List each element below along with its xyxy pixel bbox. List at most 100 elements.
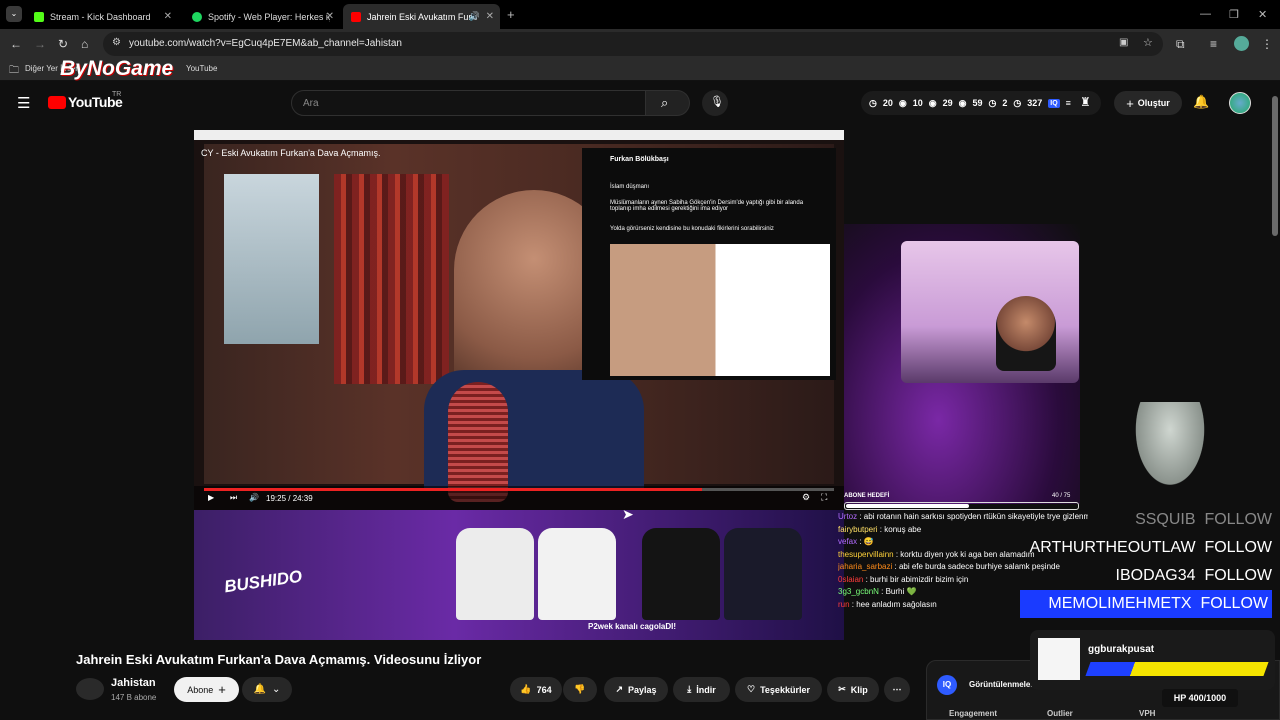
subscribe-label: Abone: [187, 684, 214, 695]
share-button[interactable]: ↗ Paylaş: [604, 677, 668, 702]
follow-alert: MEMOLIMEHMETX FOLLOW: [1020, 590, 1272, 618]
stat-value: 29: [942, 98, 953, 108]
hp-bar: [1085, 662, 1269, 676]
extensions-icon[interactable]: ⧉: [1176, 37, 1185, 52]
merch-banner: BUSHIDO P2wek kanalı cagolaDI!: [194, 510, 844, 640]
follow-label: FOLLOW: [1200, 595, 1268, 612]
chat-username: thesupervillainn: [838, 549, 894, 559]
speaker-icon[interactable]: 🔊: [469, 11, 480, 22]
chat-username: vefax: [838, 537, 858, 546]
trophy-icon[interactable]: ♜: [1080, 95, 1091, 109]
panel-tab-views[interactable]: Görüntülenmeler: [969, 680, 1033, 689]
spotify-icon: [192, 11, 202, 22]
follower-name: IBODAG34: [1115, 567, 1196, 584]
dislike-button[interactable]: 👎: [563, 677, 597, 702]
viewer-overlay-card: ggburakpusat: [1030, 630, 1275, 690]
media-control-icon[interactable]: ≡: [1210, 37, 1217, 51]
tab-spotify[interactable]: Spotify - Web Player: Herkes için ✕: [184, 4, 340, 29]
subscriber-count: 147 B abone: [111, 693, 157, 702]
bookmark-star-icon[interactable]: ☆: [1143, 36, 1153, 49]
brand-logo: BUSHIDO: [222, 566, 304, 597]
like-button[interactable]: 👍 764: [510, 677, 562, 702]
follow-alert: ARTHURTHEOUTLAW FOLLOW: [1020, 534, 1272, 562]
clock-icon: ◷: [988, 97, 997, 108]
forward-icon[interactable]: →: [34, 37, 46, 51]
iq-extension-icon[interactable]: IQ: [1048, 98, 1060, 108]
install-app-icon[interactable]: ▣: [1119, 37, 1128, 48]
minimize-icon[interactable]: —: [1200, 8, 1211, 20]
home-icon[interactable]: ⌂: [81, 37, 88, 51]
youtube-logo-icon[interactable]: [48, 96, 66, 109]
more-actions-button[interactable]: ⋯: [884, 677, 910, 702]
subscribe-button[interactable]: Abone +: [174, 677, 239, 702]
new-tab-icon[interactable]: +: [507, 7, 515, 22]
chevron-down-icon: ⌄: [272, 684, 281, 695]
stat-value: 327: [1027, 98, 1043, 108]
thanks-button[interactable]: ♡ Teşekkürler: [735, 677, 822, 702]
follow-alerts: SSQUIB FOLLOW ARTHURTHEOUTLAW FOLLOW IBODA…: [1020, 506, 1272, 618]
iq-badge-icon: IQ: [937, 675, 957, 695]
eye-icon: ◉: [958, 97, 967, 108]
chat-username: fairybutperi: [838, 524, 878, 534]
bookmark-youtube[interactable]: YouTube: [186, 64, 217, 73]
channel-avatar[interactable]: [76, 678, 104, 700]
kick-icon: [34, 11, 44, 22]
back-icon[interactable]: ←: [10, 37, 22, 51]
restore-icon[interactable]: ❐: [1229, 8, 1239, 21]
video-player[interactable]: CY - Eski Avukatım Furkan'a Dava Açmamış…: [0, 124, 1280, 644]
search-placeholder: Ara: [303, 98, 319, 109]
menu-icon[interactable]: ⋮: [1261, 37, 1273, 51]
channel-name[interactable]: Jahistan: [111, 677, 156, 689]
youtube-header: ☰ YouTube TR Ara ⌕ 🎙 ◷ 20 ◉ 10 ◉ 29 ◉ 59 ◷ 2 …: [0, 82, 1280, 124]
window-titlebar: [194, 130, 844, 140]
tweet-line: İslam düşmanı: [610, 184, 650, 190]
notification-settings-button[interactable]: 🔔 ⌄: [242, 677, 292, 702]
hamburger-menu-icon[interactable]: ☰: [17, 94, 30, 112]
tab-search-button[interactable]: ⌄: [6, 6, 22, 22]
extension-stats-bar[interactable]: ◷ 20 ◉ 10 ◉ 29 ◉ 59 ◷ 2 ◷ 327 IQ ≡: [861, 91, 1101, 115]
bell-icon: 🔔: [253, 684, 267, 695]
clip-button[interactable]: ✂ Klip: [827, 677, 879, 702]
search-input[interactable]: Ara: [291, 90, 646, 116]
stat-value: 10: [912, 98, 923, 108]
eye-icon: ◉: [898, 97, 907, 108]
video-title: Jahrein Eski Avukatım Furkan'a Dava Açma…: [76, 652, 482, 667]
volume-icon: 🔊: [249, 493, 259, 502]
voice-search-button[interactable]: 🎙: [702, 90, 728, 116]
region-code: TR: [112, 91, 122, 98]
notifications-bell-icon[interactable]: 🔔: [1193, 94, 1209, 110]
create-button[interactable]: + Oluştur: [1114, 91, 1182, 115]
more-icon: ⋯: [892, 684, 902, 694]
tab-youtube-video[interactable]: Jahrein Eski Avukatım Furkan 🔊 ✕: [343, 4, 500, 29]
follow-label: FOLLOW: [1204, 539, 1272, 556]
microphone-icon: 🎙: [710, 96, 724, 108]
close-icon[interactable]: ✕: [164, 11, 172, 22]
download-icon: ⤓: [687, 684, 692, 694]
account-avatar[interactable]: [1229, 92, 1251, 114]
site-info-icon[interactable]: ⚙: [112, 37, 121, 48]
close-icon[interactable]: ✕: [486, 11, 494, 22]
chat-username: Urtoz: [838, 512, 858, 521]
search-button[interactable]: ⌕: [646, 90, 690, 116]
download-button[interactable]: ⤓ İndir: [673, 677, 730, 702]
reload-icon[interactable]: ↻: [58, 37, 68, 51]
tab-title: Spotify - Web Player: Herkes için: [208, 11, 330, 22]
window-close-icon[interactable]: ✕: [1258, 8, 1267, 21]
tweet-line: Müslümanların aynen Sabiha Gökçen'in Der…: [610, 200, 804, 212]
bynogame-watermark: ByNoGame: [60, 57, 174, 80]
overlay-avatar: [1038, 638, 1080, 680]
clock-icon: ◷: [1013, 97, 1022, 108]
facecam: [901, 241, 1079, 383]
address-bar[interactable]: ⚙ youtube.com/watch?v=EgCuq4pE7EM&ab_cha…: [103, 32, 1163, 56]
settings-icon: ⚙: [802, 492, 811, 502]
fullscreen-icon: ⛶: [821, 492, 828, 502]
page-scrollbar[interactable]: [1272, 96, 1278, 236]
profile-avatar[interactable]: [1234, 36, 1249, 51]
tab-kick-dashboard[interactable]: Stream - Kick Dashboard ✕: [26, 4, 178, 29]
close-icon[interactable]: ✕: [326, 11, 334, 22]
stat-value: 20: [882, 98, 893, 108]
share-icon: ↗: [615, 684, 623, 694]
streamer-headphones: [996, 296, 1056, 371]
thanks-icon: ♡: [747, 684, 756, 694]
list-icon[interactable]: ≡: [1066, 98, 1071, 108]
